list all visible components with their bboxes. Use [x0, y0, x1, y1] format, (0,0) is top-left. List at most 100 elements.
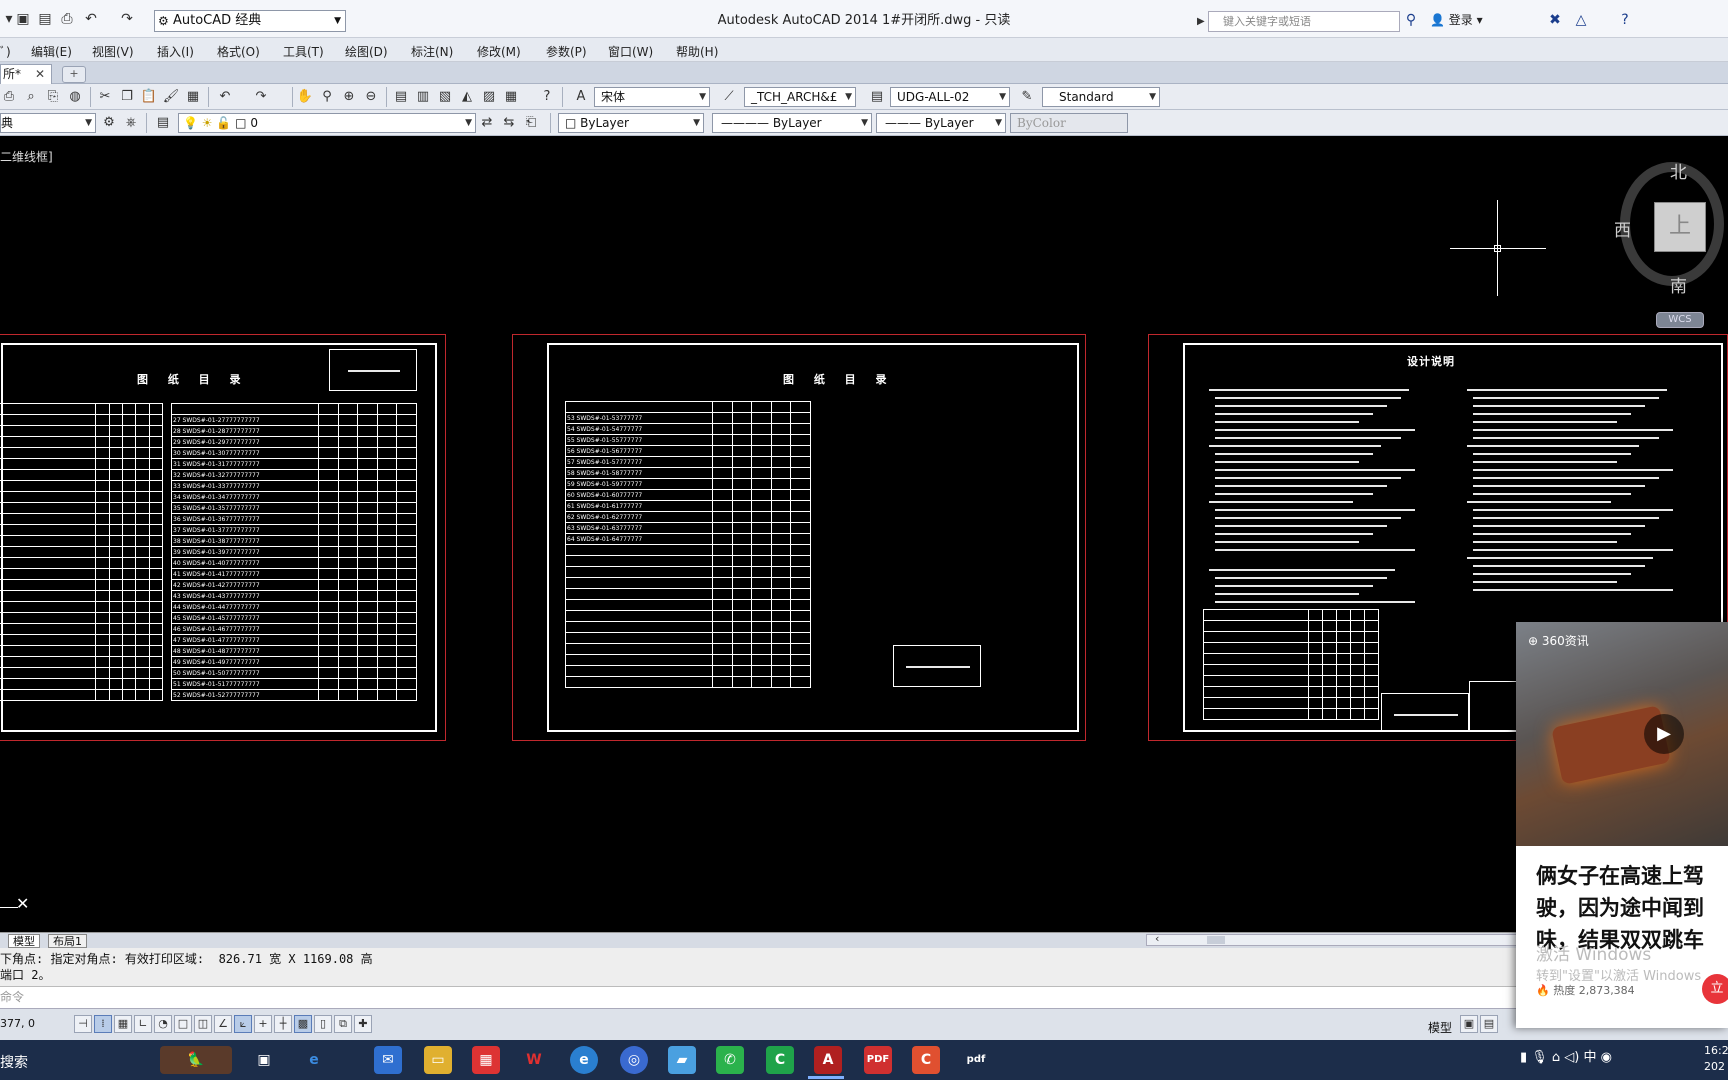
- new-icon[interactable]: ⎙: [0, 88, 18, 106]
- taskbar-search[interactable]: 搜索: [0, 1052, 28, 1072]
- menu-item-file-partial[interactable]: ﾞ): [0, 43, 11, 60]
- news-popup[interactable]: ⊕ 360资讯 ▶ 俩女子在高速上驾 驶，因为途中闻到 味，结果双双跳车 激活 …: [1516, 622, 1728, 1028]
- properties-icon[interactable]: ▤: [392, 88, 410, 106]
- infer-constraints-icon[interactable]: ⊣: [74, 1015, 92, 1033]
- store-icon[interactable]: ▦: [472, 1046, 500, 1074]
- compass-west[interactable]: 西: [1614, 216, 1631, 241]
- drawing-sheet-1[interactable]: 图 纸 目 录 27 SWDS#-01-27777777777 28 SWDS#-…: [0, 334, 446, 741]
- transparency-icon[interactable]: ▩: [294, 1015, 312, 1033]
- quick-view-layouts-icon[interactable]: ▣: [1460, 1015, 1478, 1033]
- zoom-previous-icon[interactable]: ⊖: [362, 88, 380, 106]
- cut-icon[interactable]: ✂: [96, 88, 114, 106]
- design-center-icon[interactable]: ▥: [414, 88, 432, 106]
- dynamic-ucs-icon[interactable]: ⟀: [234, 1015, 252, 1033]
- edge-icon[interactable]: e: [570, 1046, 598, 1074]
- wcs-menu[interactable]: WCS: [1656, 312, 1704, 328]
- recorder-icon[interactable]: C: [912, 1046, 940, 1074]
- block-editor-icon[interactable]: ▦: [184, 88, 202, 106]
- layer-previous-icon[interactable]: ⇆: [500, 114, 518, 132]
- selection-cycling-icon[interactable]: ⧉: [334, 1015, 352, 1033]
- menu-item-format[interactable]: 格式(O): [217, 43, 260, 60]
- menu-item-edit[interactable]: 编辑(E): [31, 43, 72, 60]
- table-style-icon[interactable]: ▤: [868, 88, 886, 106]
- camtasia-icon[interactable]: C: [766, 1046, 794, 1074]
- menu-item-modify[interactable]: 修改(M): [477, 43, 521, 60]
- menu-item-help[interactable]: 帮助(H): [676, 43, 718, 60]
- binoculars-icon[interactable]: ⚲: [1402, 11, 1420, 29]
- compass-north[interactable]: 北: [1670, 158, 1687, 183]
- undo-icon[interactable]: ↶: [216, 88, 234, 106]
- make-current-icon[interactable]: ⇄: [478, 114, 496, 132]
- pan-icon[interactable]: ✋: [296, 88, 314, 106]
- menu-item-tools[interactable]: 工具(T): [283, 43, 324, 60]
- tab-layout1[interactable]: 布局1: [48, 934, 87, 948]
- scrollbar-thumb[interactable]: [1207, 936, 1225, 944]
- help-icon[interactable]: ?: [1616, 11, 1634, 29]
- model-space-toggle[interactable]: 模型: [1428, 1019, 1452, 1036]
- lineweight-icon[interactable]: ┼: [274, 1015, 292, 1033]
- scroll-left-icon[interactable]: ‹: [1155, 932, 1159, 945]
- input-method-indicator[interactable]: 中: [1584, 1050, 1597, 1065]
- zoom-window-icon[interactable]: ⊕: [340, 88, 358, 106]
- match-properties-icon[interactable]: 🖌: [162, 88, 180, 106]
- 360-browser-icon[interactable]: ◎: [620, 1046, 648, 1074]
- annotation-monitor-icon[interactable]: ✚: [354, 1015, 372, 1033]
- grid-display-icon[interactable]: ▦: [114, 1015, 132, 1033]
- pdf-reader-icon[interactable]: PDF: [864, 1046, 892, 1074]
- close-icon[interactable]: ✕: [35, 65, 45, 83]
- quick-properties-icon[interactable]: ▯: [314, 1015, 332, 1033]
- dim-style-select[interactable]: _TCH_ARCH&£ ▼: [744, 87, 856, 107]
- task-view-icon[interactable]: ▣: [250, 1046, 278, 1074]
- copy-icon[interactable]: ❐: [118, 88, 136, 106]
- ie-icon[interactable]: e: [300, 1046, 328, 1074]
- coordinates-readout[interactable]: 377, 0: [0, 1017, 35, 1030]
- paste-icon[interactable]: 📋: [140, 88, 158, 106]
- compass-south[interactable]: 南: [1670, 272, 1687, 297]
- drawing-sheet-2[interactable]: 图 纸 目 录 53 SWDS#-01-53777777 54 SWDS#-01-…: [512, 334, 1086, 741]
- news-video-thumbnail[interactable]: ⊕ 360资讯 ▶: [1516, 622, 1728, 846]
- snap-mode-icon[interactable]: ⁞: [94, 1015, 112, 1033]
- 3d-object-snap-icon[interactable]: ◫: [194, 1015, 212, 1033]
- menu-item-parametric[interactable]: 参数(P): [546, 43, 587, 60]
- object-snap-icon[interactable]: □: [174, 1015, 192, 1033]
- search-highlight-image[interactable]: 🦜: [160, 1046, 232, 1074]
- publish-icon[interactable]: ⎘: [44, 88, 62, 106]
- command-input[interactable]: 命令: [0, 986, 1520, 1008]
- zoom-realtime-icon[interactable]: ⚲: [318, 88, 336, 106]
- workspace-settings-icon[interactable]: ⚙: [100, 114, 118, 132]
- text-style-select[interactable]: 宋体 ▼: [594, 87, 710, 107]
- layer-properties-icon[interactable]: ▤: [154, 114, 172, 132]
- menu-item-draw[interactable]: 绘图(D): [345, 43, 388, 60]
- redo-icon[interactable]: ↷: [252, 88, 270, 106]
- table-style-select[interactable]: UDG-ALL-02 ▼: [890, 87, 1010, 107]
- menu-item-view[interactable]: 视图(V): [92, 43, 134, 60]
- viewport-visual-style[interactable]: 二维线框]: [0, 148, 53, 165]
- a360-icon[interactable]: △: [1572, 11, 1590, 29]
- color-select[interactable]: □ ByLayer ▼: [558, 113, 704, 133]
- quick-view-drawings-icon[interactable]: ▤: [1480, 1015, 1498, 1033]
- search-input[interactable]: ▶ 键入关键字或短语: [1197, 11, 1400, 32]
- layer-states-icon[interactable]: ⎗: [522, 114, 540, 132]
- tab-model[interactable]: 模型: [8, 934, 40, 948]
- news-headline[interactable]: 俩女子在高速上驾 驶，因为途中闻到 味，结果双双跳车: [1536, 860, 1728, 956]
- layer-select[interactable]: 💡 ☀ 🔓 □ 0 ▼: [178, 113, 476, 133]
- wechat-icon[interactable]: ✆: [716, 1046, 744, 1074]
- multileader-style-select[interactable]: Standard ▼: [1042, 87, 1160, 107]
- file-explorer-icon[interactable]: ▭: [424, 1046, 452, 1074]
- text-style-icon[interactable]: A: [572, 88, 590, 106]
- wps-icon[interactable]: W: [520, 1046, 548, 1074]
- help-icon[interactable]: ?: [538, 88, 556, 106]
- new-tab-button[interactable]: +: [62, 66, 86, 83]
- dim-style-icon[interactable]: ⟋: [720, 88, 738, 106]
- pdf-tool-icon[interactable]: pdf: [962, 1046, 990, 1074]
- notes-icon[interactable]: ▰: [668, 1046, 696, 1074]
- 3d-print-icon[interactable]: ◍: [66, 88, 84, 106]
- dynamic-input-icon[interactable]: +: [254, 1015, 272, 1033]
- object-snap-tracking-icon[interactable]: ∠: [214, 1015, 232, 1033]
- preview-icon[interactable]: ⌕: [22, 88, 40, 106]
- layer-icon[interactable]: ⎈: [122, 114, 140, 132]
- clock[interactable]: 16:2 202: [1704, 1043, 1728, 1075]
- tool-palettes-icon[interactable]: ▧: [436, 88, 454, 106]
- ortho-mode-icon[interactable]: ∟: [134, 1015, 152, 1033]
- polar-tracking-icon[interactable]: ◔: [154, 1015, 172, 1033]
